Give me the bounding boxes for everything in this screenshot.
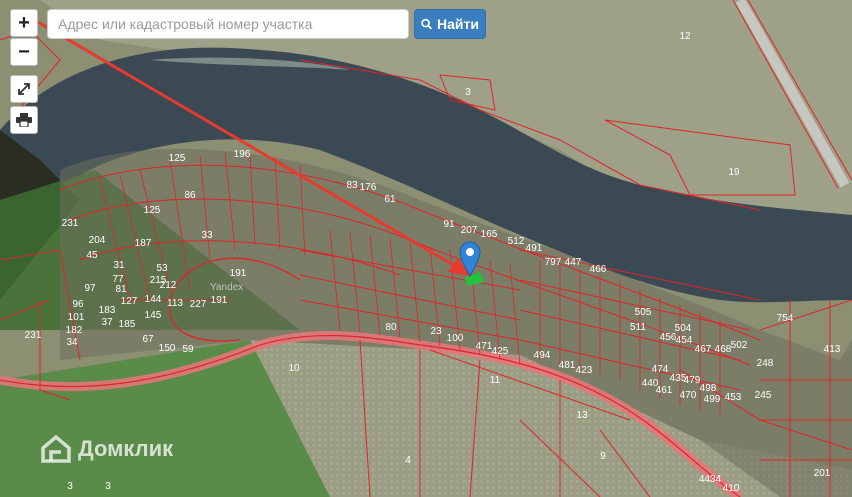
parcel-number: 59 — [182, 344, 194, 355]
expand-icon — [18, 83, 30, 95]
parcel-number: 23 — [430, 326, 442, 337]
parcel-number: 447 — [565, 257, 582, 268]
parcel-number: 176 — [360, 182, 377, 193]
map-watermark: Yandex — [210, 282, 244, 293]
logo-text: Домклик — [78, 436, 174, 461]
parcel-number: 34 — [66, 337, 78, 348]
parcel-number: 212 — [160, 280, 177, 291]
parcel-number: 185 — [119, 319, 136, 330]
parcel-number: 196 — [234, 149, 251, 160]
house-logo-icon — [41, 434, 71, 463]
parcel-number: 470 — [680, 390, 697, 401]
parcel-number: 183 — [99, 305, 116, 316]
parcel-number: 144 — [145, 294, 162, 305]
parcel-number: 31 — [113, 260, 125, 271]
parcel-number: 100 — [447, 333, 464, 344]
parcel-number: 3 — [105, 481, 111, 492]
search-input[interactable] — [47, 9, 409, 39]
parcel-number: 11 — [490, 375, 501, 386]
parcel-number: 53 — [156, 263, 168, 274]
parcel-number: 461 — [656, 385, 673, 396]
parcel-number: 19 — [728, 167, 740, 178]
parcel-number: 248 — [757, 358, 774, 369]
parcel-number: 191 — [211, 295, 228, 306]
parcel-number: 187 — [135, 238, 152, 249]
parcel-number: 474 — [652, 364, 669, 375]
parcel-number: 410 — [723, 483, 740, 494]
parcel-number: 113 — [167, 298, 183, 309]
parcel-number: 3 — [67, 481, 73, 492]
parcel-number: 479 — [684, 375, 701, 386]
parcel-number: 231 — [25, 330, 42, 341]
parcel-number: 127 — [121, 296, 138, 307]
search-icon — [421, 18, 433, 30]
zoom-in-button[interactable]: + — [10, 9, 38, 37]
parcel-number: 468 — [715, 344, 732, 355]
parcel-number: 466 — [590, 264, 607, 275]
parcel-number: 754 — [777, 313, 794, 324]
parcel-number: 207 — [461, 225, 478, 236]
print-button[interactable] — [10, 106, 38, 134]
parcel-number: 423 — [576, 365, 593, 376]
parcel-number: 231 — [62, 218, 79, 229]
parcel-number: 125 — [144, 205, 161, 216]
parcel-number: 425 — [492, 346, 509, 357]
parcel-number: 61 — [384, 194, 396, 205]
find-button-label: Найти — [437, 16, 479, 32]
parcel-number: 4434 — [699, 474, 722, 485]
parcel-number: 245 — [755, 390, 772, 401]
parcel-number: 91 — [443, 219, 455, 230]
parcel-number: 505 — [635, 307, 652, 318]
parcel-number: 797 — [545, 257, 562, 268]
parcel-number: 33 — [201, 230, 213, 241]
parcel-number: 191 — [230, 268, 247, 279]
parcel-number: 145 — [145, 310, 162, 321]
parcel-number: 125 — [169, 153, 186, 164]
parcel-number: 491 — [526, 243, 543, 254]
parcel-number: 101 — [68, 312, 85, 323]
parcel-number: 471 — [476, 341, 493, 352]
parcel-number: 67 — [142, 334, 154, 345]
printer-icon — [16, 113, 32, 127]
parcel-number: 467 — [695, 344, 712, 355]
parcel-number: 37 — [101, 317, 113, 328]
parcel-number: 182 — [66, 325, 83, 336]
parcel-number: 499 — [704, 394, 721, 405]
parcel-number: 453 — [725, 392, 742, 403]
fullscreen-button[interactable] — [10, 75, 38, 103]
parcel-number: 96 — [72, 299, 84, 310]
parcel-number: 504 — [675, 323, 692, 334]
parcel-number: 83 — [346, 180, 358, 191]
cadastral-map[interactable]: 12319125 19623120445979610118234231863319… — [0, 0, 852, 497]
parcel-number: 494 — [534, 350, 551, 361]
parcel-number: 9 — [600, 451, 606, 462]
parcel-number: 80 — [385, 322, 397, 333]
parcel-number: 13 — [576, 410, 588, 421]
find-button[interactable]: Найти — [414, 9, 486, 39]
parcel-number: 4 — [405, 455, 411, 466]
parcel-number: 204 — [89, 235, 106, 246]
parcel-number: 97 — [84, 283, 96, 294]
parcel-number: 10 — [288, 363, 300, 374]
domclick-logo: Домклик — [40, 434, 173, 464]
parcel-number: 454 — [676, 335, 693, 346]
parcel-number: 3 — [465, 87, 471, 98]
parcel-number: 227 — [190, 299, 207, 310]
zoom-out-button[interactable]: − — [10, 38, 38, 66]
parcel-number: 86 — [184, 190, 196, 201]
parcel-number: 201 — [814, 468, 831, 479]
parcel-number: 165 — [481, 229, 498, 240]
parcel-number: 502 — [731, 340, 748, 351]
parcel-number: 481 — [559, 360, 576, 371]
parcel-number: 45 — [86, 250, 98, 261]
parcel-number: 498 — [700, 383, 717, 394]
parcel-number: 511 — [630, 322, 646, 333]
parcel-number: 512 — [508, 236, 525, 247]
parcel-number: 81 — [115, 284, 127, 295]
parcel-number: 12 — [679, 31, 691, 42]
parcel-number: 150 — [159, 343, 176, 354]
parcel-number: 413 — [824, 344, 841, 355]
